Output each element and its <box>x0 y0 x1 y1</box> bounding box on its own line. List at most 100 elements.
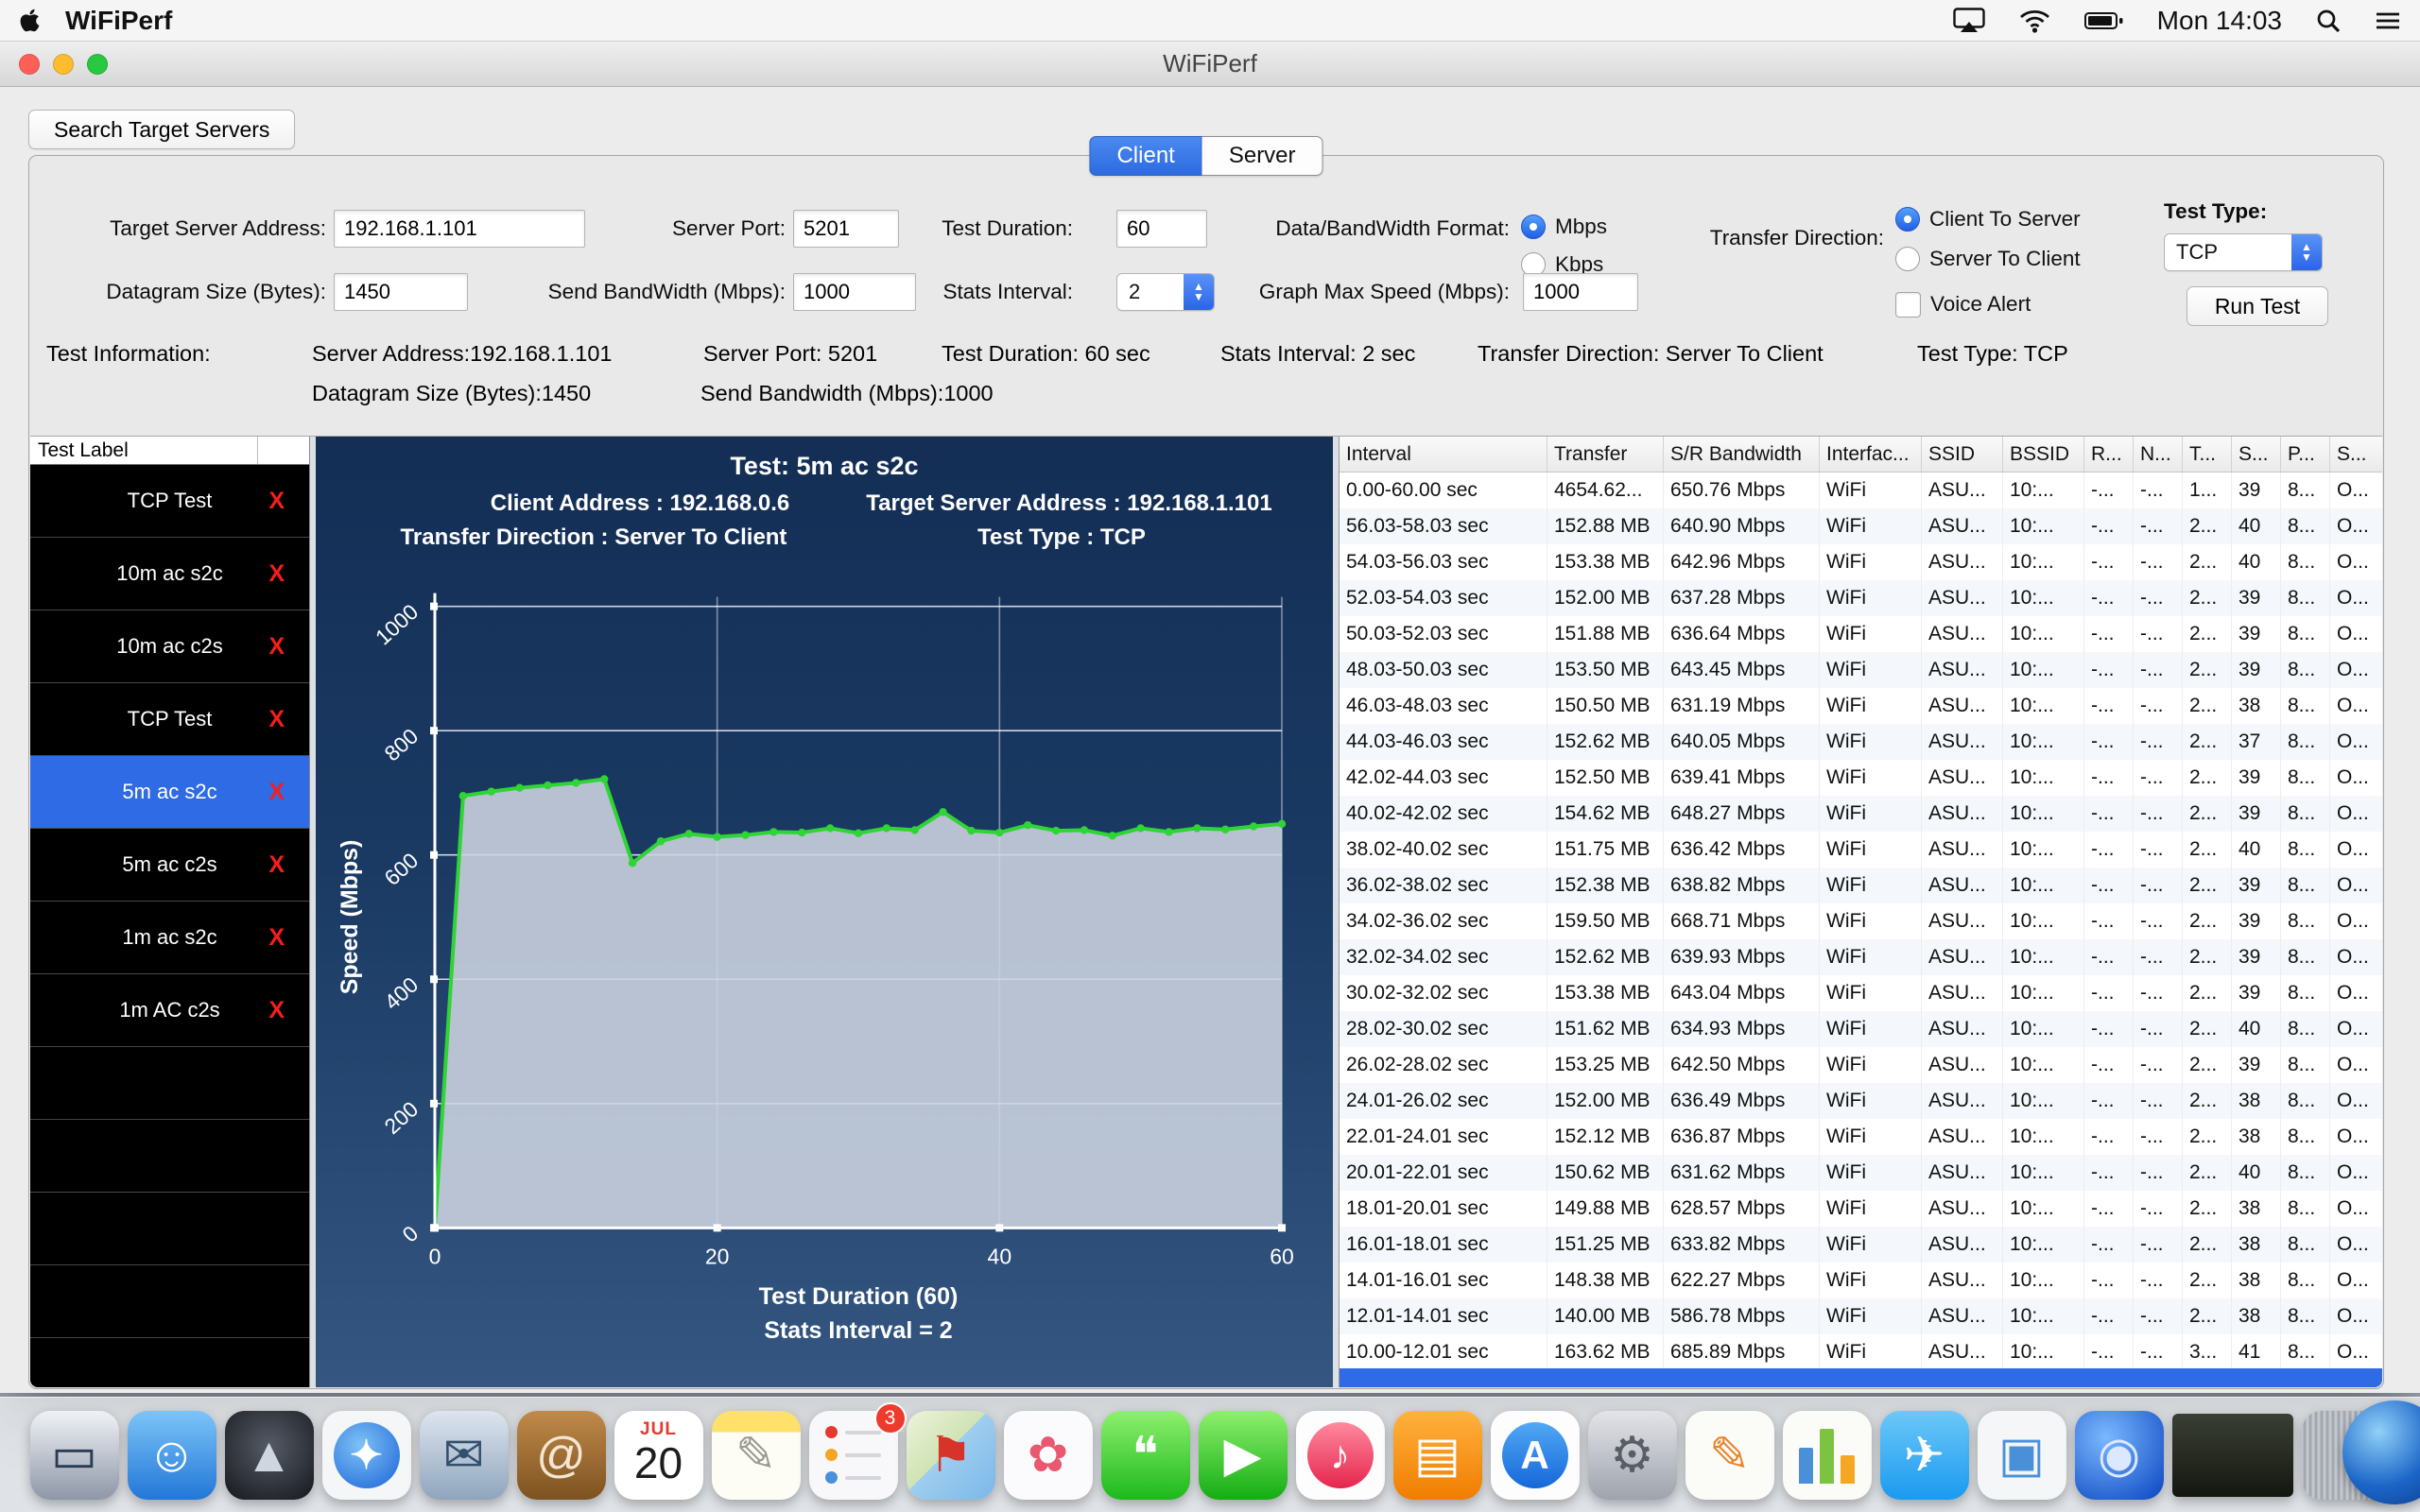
apple-menu-icon[interactable] <box>19 8 41 33</box>
test-list-item[interactable]: 10m ac c2sX <box>30 610 309 683</box>
column-header[interactable]: BSSID <box>2003 437 2084 472</box>
table-row[interactable]: 16.01-18.01 sec151.25 MB633.82 MbpsWiFiA… <box>1340 1227 2382 1263</box>
dock-calendar-icon[interactable]: JUL20 <box>614 1411 703 1500</box>
table-row[interactable]: 36.02-38.02 sec152.38 MB638.82 MbpsWiFiA… <box>1340 868 2382 903</box>
column-header[interactable]: T... <box>2183 437 2232 472</box>
dock-twitter-icon[interactable]: ✈ <box>1880 1411 1969 1500</box>
test-list-header[interactable]: Test Label <box>30 437 309 465</box>
delete-test-button[interactable]: X <box>268 924 285 952</box>
dock-system-preferences-icon[interactable]: ⚙ <box>1588 1411 1677 1500</box>
delete-test-button[interactable]: X <box>268 851 285 879</box>
dock-notes-icon[interactable]: ✎ <box>712 1411 801 1500</box>
results-table-partial-row[interactable] <box>1340 1368 2382 1387</box>
table-row[interactable]: 40.02-42.02 sec154.62 MB648.27 MbpsWiFiA… <box>1340 796 2382 832</box>
column-header[interactable]: R... <box>2084 437 2134 472</box>
column-header[interactable]: P... <box>2281 437 2330 472</box>
table-row[interactable]: 18.01-20.01 sec149.88 MB628.57 MbpsWiFiA… <box>1340 1191 2382 1227</box>
voice-alert-checkbox-row[interactable]: Voice Alert <box>1895 288 2031 320</box>
spotlight-icon[interactable] <box>2316 9 2341 33</box>
zoom-button[interactable] <box>87 54 108 75</box>
table-row[interactable]: 0.00-60.00 sec4654.62...650.76 MbpsWiFiA… <box>1340 472 2382 508</box>
table-row[interactable]: 12.01-14.01 sec140.00 MB586.78 MbpsWiFiA… <box>1340 1298 2382 1334</box>
dock-numbers-icon[interactable] <box>1783 1411 1872 1500</box>
dock-ibooks-icon[interactable]: ▤ <box>1393 1411 1482 1500</box>
radio-mbps-control[interactable] <box>1521 215 1546 239</box>
dock-itunes-icon[interactable]: ♪ <box>1296 1411 1385 1500</box>
test-list-item[interactable]: 5m ac c2sX <box>30 829 309 902</box>
run-test-button[interactable]: Run Test <box>2187 286 2328 326</box>
voice-alert-checkbox[interactable] <box>1895 292 1921 318</box>
table-row[interactable]: 44.03-46.03 sec152.62 MB640.05 MbpsWiFiA… <box>1340 724 2382 760</box>
dock-photos-icon[interactable]: ✿ <box>1004 1411 1093 1500</box>
test-list-item[interactable]: 10m ac s2cX <box>30 538 309 610</box>
table-row[interactable]: 22.01-24.01 sec152.12 MB636.87 MbpsWiFiA… <box>1340 1119 2382 1155</box>
dock-safari-icon[interactable]: ✦ <box>322 1411 411 1500</box>
table-row[interactable]: 26.02-28.02 sec153.25 MB642.50 MbpsWiFiA… <box>1340 1047 2382 1083</box>
test-list-item[interactable]: 5m ac s2cX <box>30 756 309 829</box>
test-list-item[interactable]: TCP TestX <box>30 465 309 538</box>
delete-test-button[interactable]: X <box>268 779 285 806</box>
table-row[interactable]: 42.02-44.03 sec152.50 MB639.41 MbpsWiFiA… <box>1340 760 2382 796</box>
delete-test-button[interactable]: X <box>268 633 285 661</box>
column-header[interactable]: S/R Bandwidth <box>1664 437 1820 472</box>
table-row[interactable]: 32.02-34.02 sec152.62 MB639.93 MbpsWiFiA… <box>1340 939 2382 975</box>
radio-mbps[interactable]: Mbps <box>1521 211 1607 243</box>
table-row[interactable]: 20.01-22.01 sec150.62 MB631.62 MbpsWiFiA… <box>1340 1155 2382 1191</box>
column-header[interactable]: S... <box>2330 437 2382 472</box>
close-button[interactable] <box>19 54 40 75</box>
target-server-address-input[interactable] <box>334 210 585 248</box>
wifi-icon[interactable] <box>2019 9 2050 33</box>
dock-app-store-icon[interactable]: A <box>1491 1411 1580 1500</box>
test-duration-input[interactable] <box>1116 210 1207 248</box>
notification-center-icon[interactable] <box>2375 9 2401 32</box>
dock-preview-icon[interactable]: ▣ <box>1978 1411 2066 1500</box>
test-list-item[interactable]: 1m ac s2cX <box>30 902 309 974</box>
table-row[interactable]: 30.02-32.02 sec153.38 MB643.04 MbpsWiFiA… <box>1340 975 2382 1011</box>
dock-facetime-icon[interactable]: ▶ <box>1199 1411 1288 1500</box>
dock-mail-icon[interactable]: ✉ <box>420 1411 509 1500</box>
dock-finder-icon[interactable]: ☺ <box>128 1411 216 1500</box>
column-header[interactable]: Transfer <box>1547 437 1664 472</box>
active-app-name[interactable]: WiFiPerf <box>65 6 172 36</box>
dock-reminders-icon[interactable]: 3 <box>809 1411 898 1500</box>
radio-server-to-client[interactable]: Server To Client <box>1895 243 2081 275</box>
table-row[interactable]: 28.02-30.02 sec151.62 MB634.93 MbpsWiFiA… <box>1340 1011 2382 1047</box>
dock-screen-sharing-icon[interactable]: ▭ <box>30 1411 119 1500</box>
server-port-input[interactable] <box>793 210 899 248</box>
dock-messages-icon[interactable]: ❝ <box>1101 1411 1190 1500</box>
menubar-clock[interactable]: Mon 14:03 <box>2157 6 2282 36</box>
column-header[interactable]: S... <box>2232 437 2281 472</box>
column-header[interactable]: Interfac... <box>1820 437 1922 472</box>
dock-wifiperf-app-icon[interactable]: ◉ <box>2075 1411 2164 1500</box>
table-row[interactable]: 56.03-58.03 sec152.88 MB640.90 MbpsWiFiA… <box>1340 508 2382 544</box>
column-header[interactable]: N... <box>2134 437 2183 472</box>
test-list-item[interactable]: 1m AC c2sX <box>30 974 309 1047</box>
dock-contacts-icon[interactable]: @ <box>517 1411 606 1500</box>
table-row[interactable]: 50.03-52.03 sec151.88 MB636.64 MbpsWiFiA… <box>1340 616 2382 652</box>
delete-test-button[interactable]: X <box>268 488 285 515</box>
radio-client-to-server[interactable]: Client To Server <box>1895 203 2081 235</box>
delete-test-button[interactable]: X <box>268 997 285 1024</box>
table-row[interactable]: 10.00-12.01 sec163.62 MB685.89 MbpsWiFiA… <box>1340 1334 2382 1368</box>
dock-minimized-window-icon[interactable] <box>2172 1414 2293 1497</box>
test-type-dropdown[interactable]: TCP ▲▼ <box>2164 233 2323 271</box>
column-header[interactable]: SSID <box>1922 437 2003 472</box>
table-row[interactable]: 48.03-50.03 sec153.50 MB643.45 MbpsWiFiA… <box>1340 652 2382 688</box>
radio-client-to-server-control[interactable] <box>1895 207 1920 232</box>
dock-pages-icon[interactable]: ✎ <box>1685 1411 1774 1500</box>
delete-test-button[interactable]: X <box>268 560 285 588</box>
table-row[interactable]: 34.02-36.02 sec159.50 MB668.71 MbpsWiFiA… <box>1340 903 2382 939</box>
test-list-item[interactable]: TCP TestX <box>30 683 309 756</box>
tab-server[interactable]: Server <box>1202 136 1323 176</box>
stats-interval-dropdown[interactable]: 2 ▲▼ <box>1116 273 1215 311</box>
send-bandwidth-input[interactable] <box>793 273 916 311</box>
table-row[interactable]: 14.01-16.01 sec148.38 MB622.27 MbpsWiFiA… <box>1340 1263 2382 1298</box>
radio-server-to-client-control[interactable] <box>1895 247 1920 271</box>
column-header[interactable]: Interval <box>1340 437 1547 472</box>
table-row[interactable]: 54.03-56.03 sec153.38 MB642.96 MbpsWiFiA… <box>1340 544 2382 580</box>
dock-maps-icon[interactable]: ⚑ <box>907 1411 995 1500</box>
graph-max-speed-input[interactable] <box>1523 273 1638 311</box>
delete-test-button[interactable]: X <box>268 706 285 733</box>
tab-client[interactable]: Client <box>1089 136 1201 176</box>
search-target-servers-button[interactable]: Search Target Servers <box>28 110 295 149</box>
